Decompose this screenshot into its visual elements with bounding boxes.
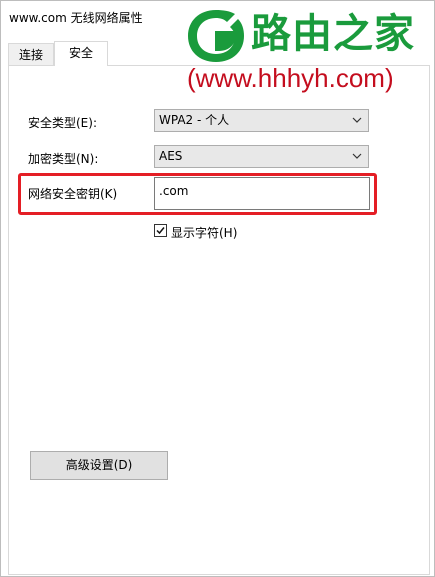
tab-connection[interactable]: 连接 (8, 43, 54, 65)
security-panel (8, 65, 430, 575)
checkmark-icon (156, 227, 165, 235)
title-bar: www.com 无线网络属性 (1, 1, 434, 33)
encryption-type-dropdown[interactable]: AES (154, 145, 369, 168)
security-type-label: 安全类型(E): (28, 116, 97, 130)
network-key-input[interactable]: .com (154, 177, 370, 210)
chevron-down-icon (352, 117, 362, 123)
show-characters-checkbox[interactable] (154, 224, 167, 237)
security-type-value: WPA2 - 个人 (159, 113, 230, 127)
window-title: www.com 无线网络属性 (9, 11, 143, 25)
advanced-settings-button[interactable]: 高级设置(D) (30, 451, 168, 480)
encryption-type-label: 加密类型(N): (28, 152, 99, 166)
chevron-down-icon (352, 153, 362, 159)
show-characters-label: 显示字符(H) (171, 226, 238, 240)
tab-security[interactable]: 安全 (54, 41, 108, 66)
encryption-type-value: AES (159, 149, 183, 163)
network-key-value: .com (159, 184, 189, 198)
network-key-label: 网络安全密钥(K) (28, 187, 118, 201)
wireless-properties-window: www.com 无线网络属性 连接 安全 安全类型(E): WPA2 - 个人 … (0, 0, 435, 577)
security-type-dropdown[interactable]: WPA2 - 个人 (154, 109, 369, 132)
